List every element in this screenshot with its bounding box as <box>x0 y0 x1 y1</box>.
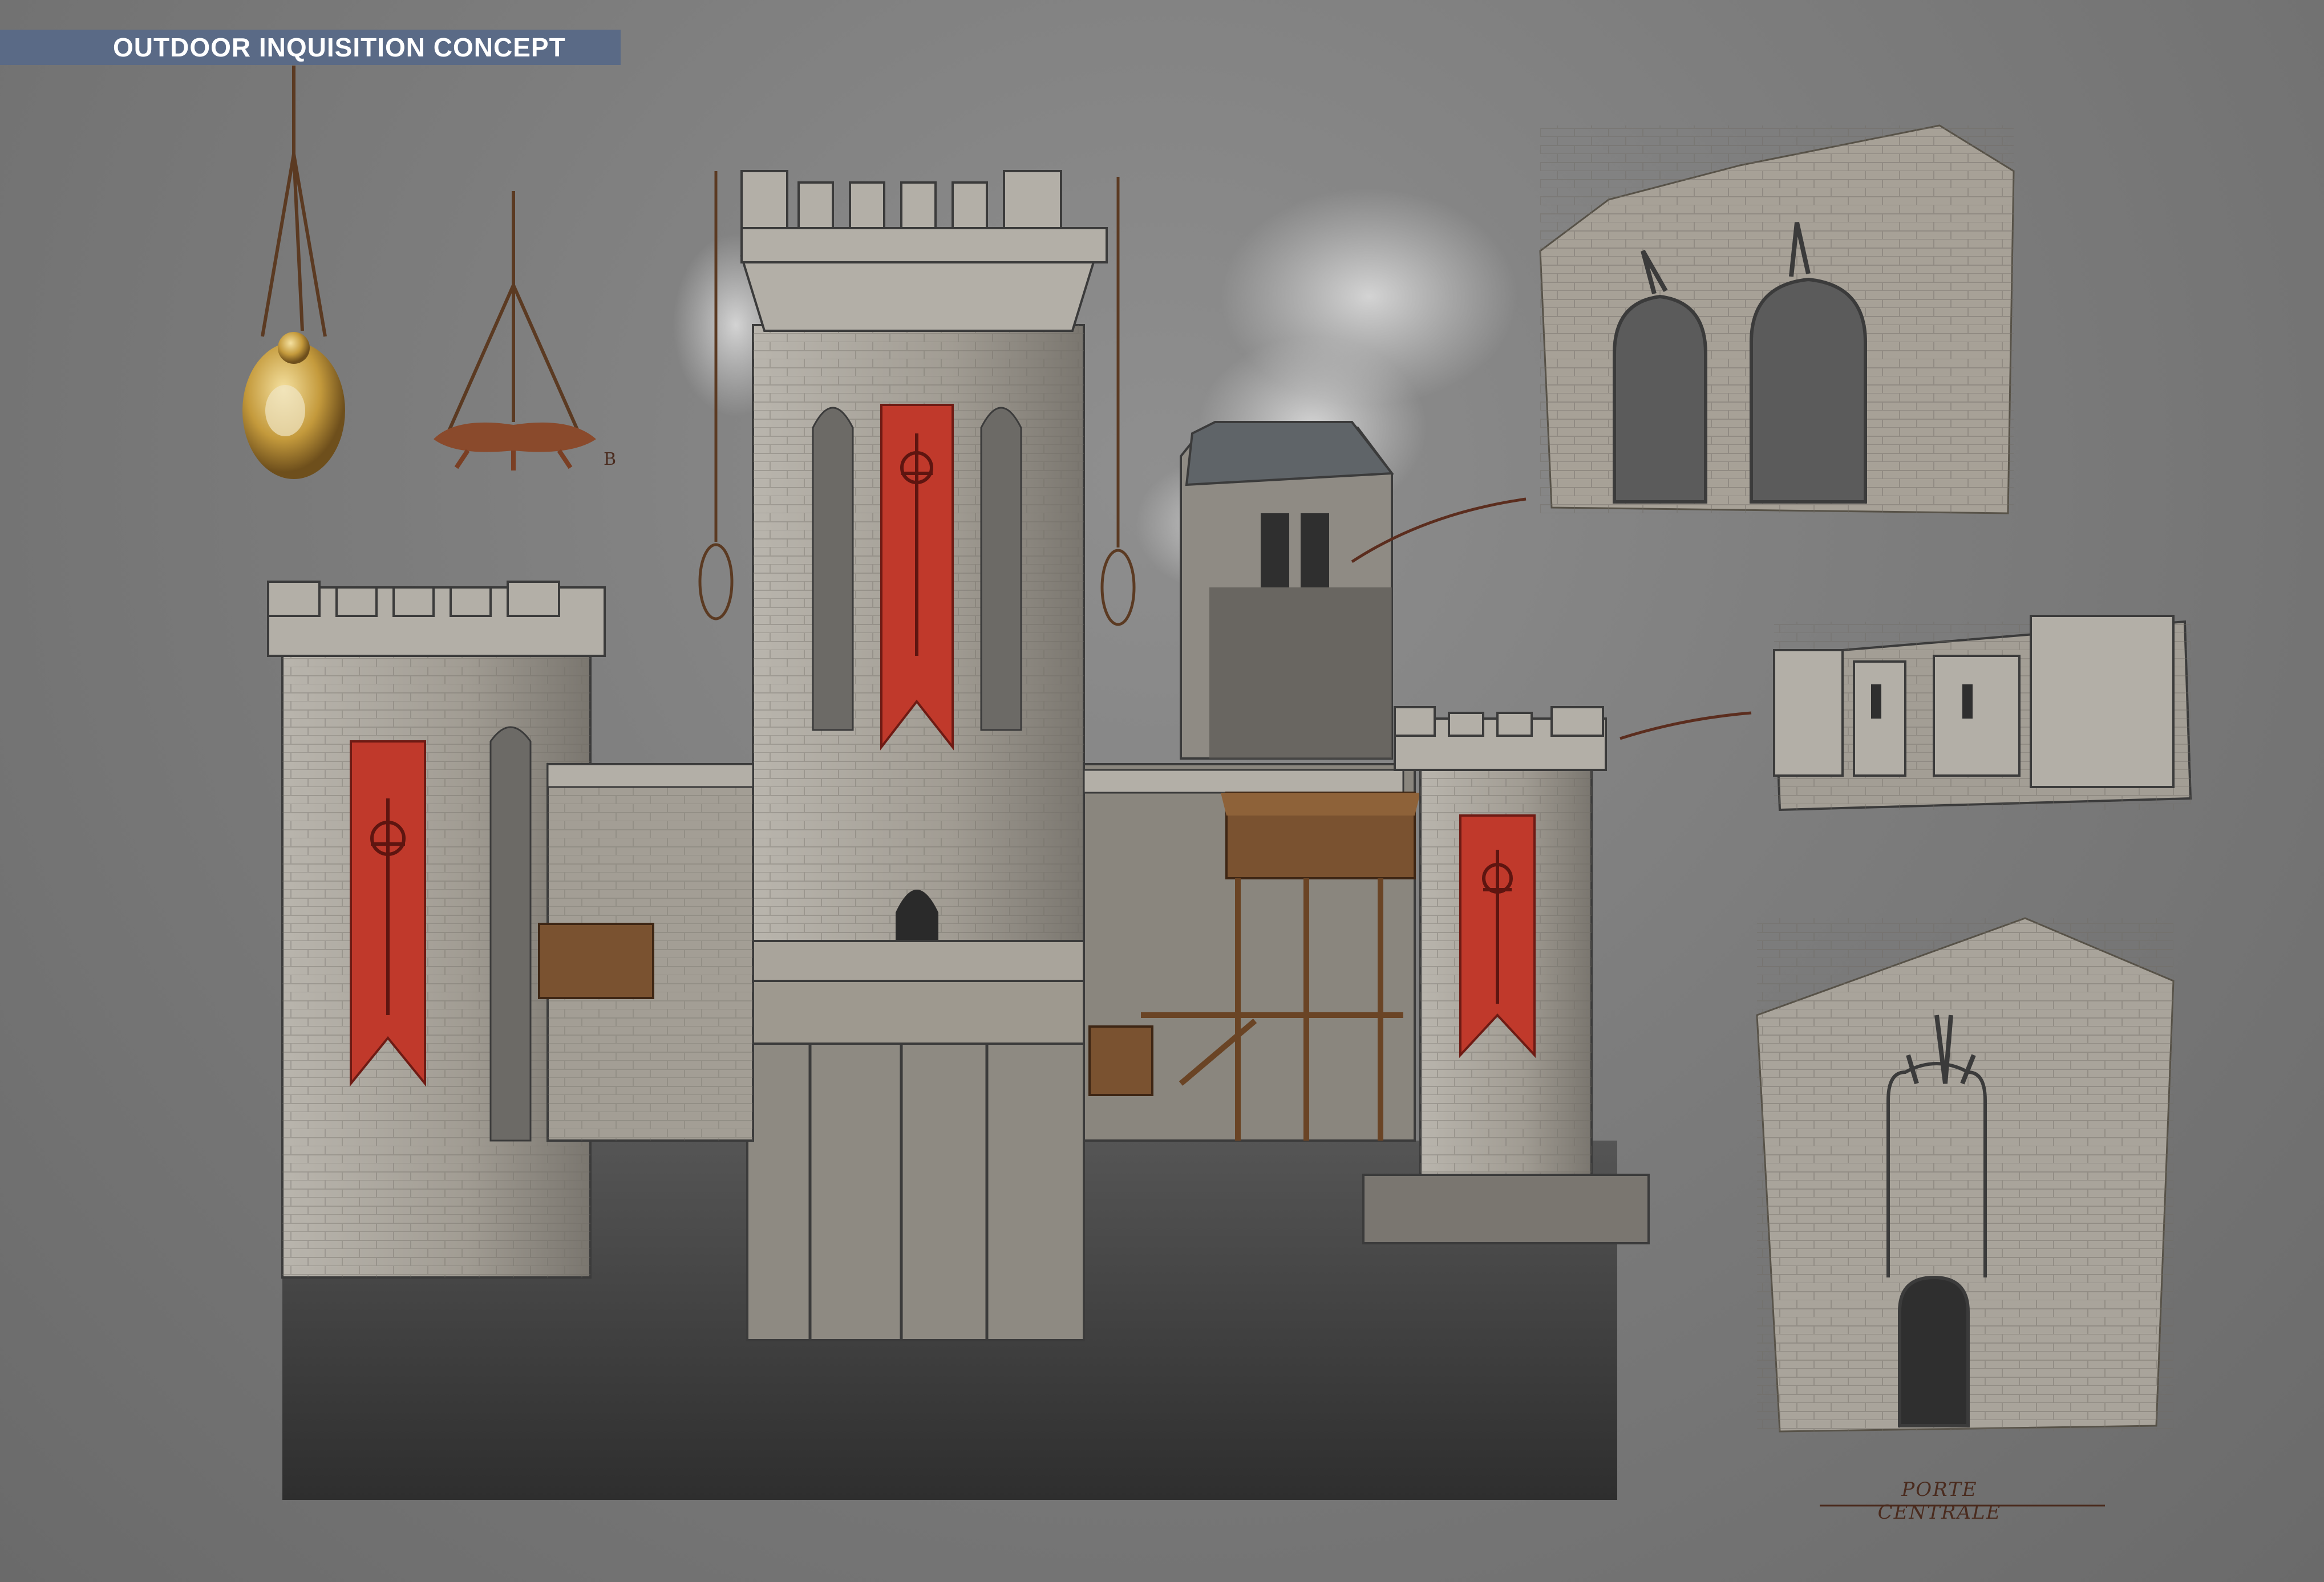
lamp-sketch-initial: B <box>604 449 616 469</box>
battlement-study <box>1772 615 2192 812</box>
central-keep <box>723 170 1108 1341</box>
arch-wall-study <box>1539 124 2015 514</box>
hanging-brazier-lamp <box>434 191 596 470</box>
hanging-censer-lamp <box>242 66 345 479</box>
back-tower <box>1180 421 1394 760</box>
central-gate-study <box>1756 917 2175 1433</box>
annotation-arrows <box>1351 497 1752 740</box>
concept-art-canvas: B <box>242 66 2192 1507</box>
gate-caption: PORTE CENTRALE <box>1877 1478 2002 1524</box>
